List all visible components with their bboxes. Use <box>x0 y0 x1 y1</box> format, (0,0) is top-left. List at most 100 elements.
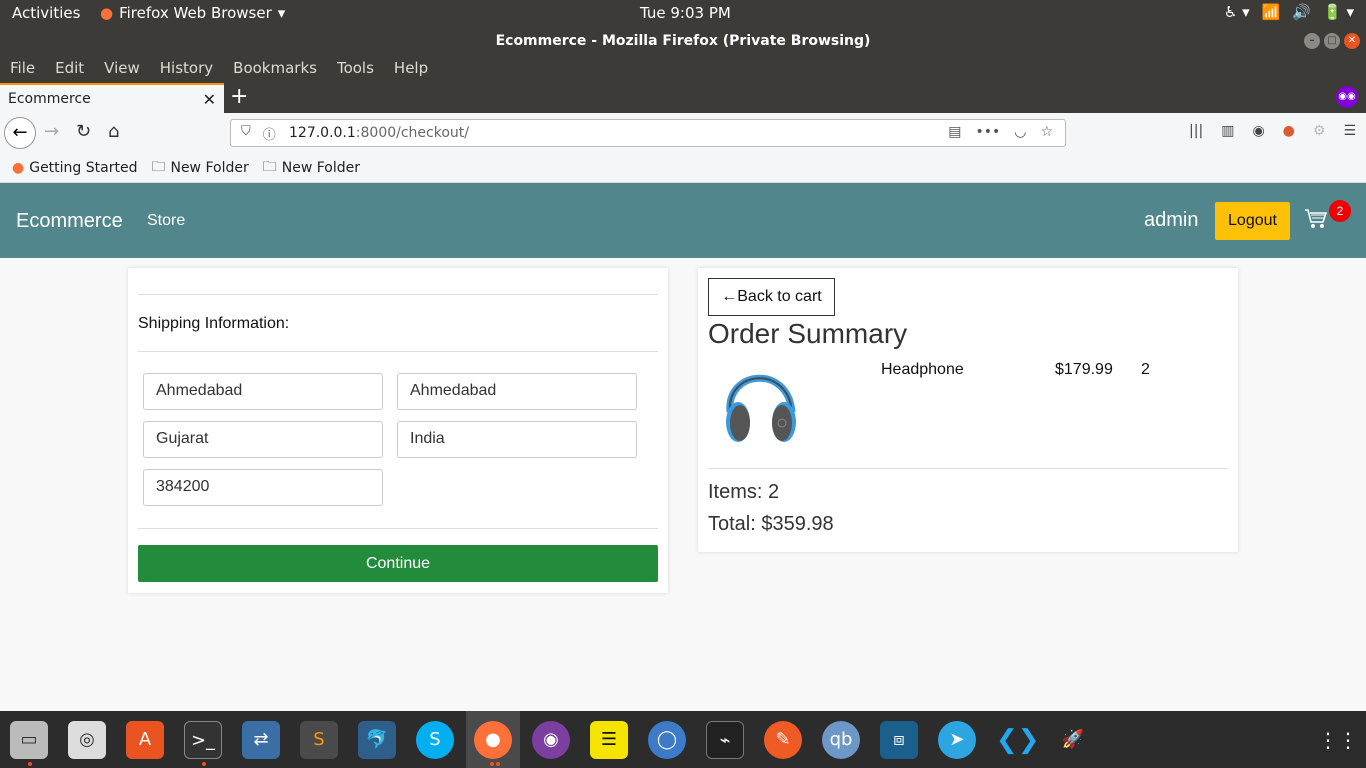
duckduckgo-icon[interactable]: ● <box>1283 123 1295 139</box>
address-field[interactable]: Ahmedabad <box>143 373 383 410</box>
bookmark-folder[interactable]: 🗀 New Folder <box>151 156 248 180</box>
reload-button[interactable]: ↻ <box>76 121 91 142</box>
back-to-cart-button[interactable]: ←Back to cart <box>708 278 835 316</box>
volume-icon[interactable]: 🔊 <box>1292 3 1311 21</box>
firefox-icon: ● <box>12 159 25 176</box>
shield-icon[interactable]: ⛉ <box>241 124 251 143</box>
extension-icon[interactable]: ⚙ <box>1313 123 1326 139</box>
vscode-icon[interactable]: ❮❯ <box>996 721 1040 759</box>
bookmark-label: New Folder <box>170 159 249 176</box>
url-bar[interactable]: ⛉ ⓘ 127.0.0.1:8000/checkout/ ▤ ••• ◡ ☆ <box>230 119 1066 147</box>
city-field[interactable]: Ahmedabad <box>397 373 637 410</box>
wifi-icon[interactable]: 📶 <box>1262 3 1281 21</box>
accessibility-icon[interactable]: ♿ ▾ <box>1224 3 1250 21</box>
clock[interactable]: Tue 9:03 PM <box>640 4 731 22</box>
menu-bookmarks[interactable]: Bookmarks <box>233 59 317 77</box>
qbittorrent-icon[interactable]: qb <box>822 721 860 759</box>
continue-button[interactable]: Continue <box>138 545 658 582</box>
forward-button[interactable]: → <box>44 121 59 142</box>
bookmark-label: New Folder <box>281 159 360 176</box>
country-field[interactable]: India <box>397 421 637 458</box>
system-monitor-icon[interactable]: ⌁ <box>706 721 744 759</box>
postman-icon[interactable]: ✎ <box>764 721 802 759</box>
info-icon[interactable]: ⓘ <box>263 124 276 143</box>
window-title-bar: Ecommerce - Mozilla Firefox (Private Bro… <box>0 27 1366 55</box>
reader-view-icon[interactable]: ▤ <box>948 124 961 140</box>
skype-icon[interactable]: S <box>416 721 454 759</box>
cart-icon[interactable] <box>1304 208 1328 236</box>
url-host: 127.0.0.1 <box>289 125 356 141</box>
toolbar-icons: ||| ▥ ◉ ● ⚙ ☰ <box>1189 123 1356 139</box>
cart-icon-svg <box>1305 209 1328 228</box>
firefox-icon[interactable]: ● <box>474 721 512 759</box>
sidebar-icon[interactable]: ▥ <box>1221 123 1234 139</box>
menu-tools[interactable]: Tools <box>337 59 374 77</box>
bookmark-label: Getting Started <box>29 159 138 176</box>
order-summary-title: Order Summary <box>708 318 908 349</box>
store-link[interactable]: Store <box>147 212 185 230</box>
more-actions-icon[interactable]: ••• <box>975 124 1000 140</box>
software-center-icon[interactable]: A <box>126 721 164 759</box>
url-actions: ▤ ••• ◡ ☆ <box>948 124 1053 140</box>
url-path: :8000/checkout/ <box>355 125 469 141</box>
headphone-product-image <box>726 374 796 442</box>
telegram-icon[interactable]: ➤ <box>938 721 976 759</box>
cart-count-badge: 2 <box>1329 200 1351 222</box>
mysql-workbench-icon[interactable]: 🐬 <box>358 721 396 759</box>
divider <box>138 528 658 529</box>
chromium-icon[interactable]: ◯ <box>648 721 686 759</box>
pocket-icon[interactable]: ◡ <box>1014 124 1026 140</box>
private-browsing-icon: ◉◉ <box>1336 86 1358 108</box>
tor-browser-icon[interactable]: ◉ <box>532 721 570 759</box>
bookmark-folder[interactable]: 🗀 New Folder <box>263 156 360 180</box>
back-button[interactable]: ← <box>4 117 36 149</box>
running-indicator <box>490 762 494 766</box>
site-brand[interactable]: Ecommerce <box>16 210 123 233</box>
maximize-icon[interactable]: □ <box>1324 33 1340 49</box>
menu-view[interactable]: View <box>104 59 140 77</box>
terminal-icon[interactable]: >_ <box>184 721 222 759</box>
tab-label: Ecommerce <box>8 91 91 107</box>
firefox-icon: ● <box>100 4 114 22</box>
home-button[interactable]: ⌂ <box>108 121 119 142</box>
product-name: Headphone <box>881 361 964 378</box>
app-icon[interactable]: ⧈ <box>880 721 918 759</box>
new-tab-button[interactable]: + <box>230 84 248 109</box>
system-tray[interactable]: ♿ ▾ 📶 🔊 🔋 ▾ <box>1224 3 1354 21</box>
sublime-text-icon[interactable]: S <box>300 721 338 759</box>
running-indicator <box>496 762 500 766</box>
files-icon[interactable]: ▭ <box>10 721 48 759</box>
network-icon[interactable]: ⇄ <box>242 721 280 759</box>
navigation-toolbar: ← → ↻ ⌂ ⛉ ⓘ 127.0.0.1:8000/checkout/ ▤ •… <box>0 113 1366 153</box>
tab-ecommerce[interactable]: Ecommerce ✕ <box>0 83 224 113</box>
menu-edit[interactable]: Edit <box>55 59 84 77</box>
zipcode-field[interactable]: 384200 <box>143 469 383 506</box>
library-icon[interactable]: ||| <box>1189 123 1203 139</box>
logout-button[interactable]: Logout <box>1215 202 1290 240</box>
hamburger-menu-icon[interactable]: ☰ <box>1343 123 1356 139</box>
menu-bar: File Edit View History Bookmarks Tools H… <box>0 55 1366 81</box>
account-icon[interactable]: ◉ <box>1252 123 1264 139</box>
order-total: Total: $359.98 <box>708 513 834 535</box>
close-tab-icon[interactable]: ✕ <box>203 90 216 109</box>
bookmark-star-icon[interactable]: ☆ <box>1040 124 1053 140</box>
close-window-icon[interactable]: ✕ <box>1344 33 1360 49</box>
rhythmbox-icon[interactable]: ◎ <box>68 721 106 759</box>
battery-icon[interactable]: 🔋 ▾ <box>1323 3 1354 21</box>
app-menu[interactable]: ● Firefox Web Browser ▾ <box>100 4 285 22</box>
menu-help[interactable]: Help <box>394 59 428 77</box>
show-applications-icon[interactable]: ⋮⋮⋮ <box>1318 721 1366 759</box>
notes-icon[interactable]: ☰ <box>590 721 628 759</box>
system-top-bar: Activities ● Firefox Web Browser ▾ Tue 9… <box>0 0 1366 27</box>
username-label: admin <box>1144 209 1199 231</box>
state-field[interactable]: Gujarat <box>143 421 383 458</box>
order-summary-card: ←Back to cart Order Summary Headphone $1… <box>698 268 1238 552</box>
minimize-icon[interactable]: – <box>1304 33 1320 49</box>
bookmark-getting-started[interactable]: ● Getting Started <box>12 160 137 176</box>
folder-icon: 🗀 <box>262 158 277 175</box>
rocket-app-icon[interactable]: 🚀 <box>1054 721 1092 759</box>
activities-button[interactable]: Activities <box>12 4 80 22</box>
menu-history[interactable]: History <box>160 59 213 77</box>
url-security-icons: ⛉ ⓘ <box>241 124 276 143</box>
menu-file[interactable]: File <box>10 59 35 77</box>
